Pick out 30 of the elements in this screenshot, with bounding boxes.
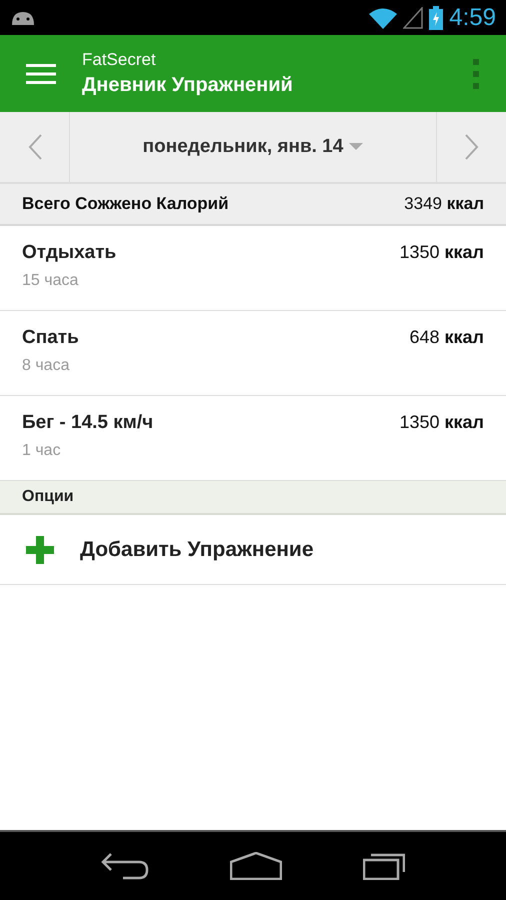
add-exercise-button[interactable]: Добавить Упражнение bbox=[0, 515, 506, 585]
exercise-duration: 1 час bbox=[22, 442, 62, 460]
wifi-icon bbox=[369, 6, 398, 28]
screen-title: Дневник Упражнений bbox=[82, 74, 294, 97]
exercise-calories: 1350 ккал bbox=[399, 242, 484, 264]
clock-time: 4:59 bbox=[449, 4, 496, 32]
plus-icon bbox=[26, 536, 54, 564]
exercise-calories: 648 ккал bbox=[409, 327, 484, 349]
exercise-row[interactable]: Спать 8 часа 648 ккал bbox=[0, 311, 506, 396]
recent-apps-icon[interactable] bbox=[363, 852, 406, 880]
app-name: FatSecret bbox=[82, 50, 157, 70]
back-icon[interactable] bbox=[100, 852, 149, 880]
exercise-row[interactable]: Отдыхать 15 часа 1350 ккал bbox=[0, 226, 506, 311]
exercise-name: Бег - 14.5 км/ч bbox=[22, 412, 154, 434]
dropdown-caret-icon bbox=[349, 143, 364, 151]
home-icon[interactable] bbox=[230, 852, 282, 880]
chevron-left-icon bbox=[28, 134, 42, 160]
exercise-name: Спать bbox=[22, 327, 79, 349]
exercise-calories: 1350 ккал bbox=[399, 412, 484, 434]
more-options-icon[interactable] bbox=[473, 58, 479, 88]
exercise-name: Отдыхать bbox=[22, 242, 116, 264]
section-header: Опции bbox=[0, 481, 506, 515]
total-label: Всего Сожжено Калорий bbox=[22, 194, 229, 214]
battery-icon bbox=[429, 6, 444, 30]
total-calories: 3349 ккал bbox=[404, 194, 484, 214]
chevron-right-icon bbox=[464, 134, 478, 160]
menu-icon[interactable] bbox=[26, 62, 56, 84]
exercise-duration: 15 часа bbox=[22, 272, 80, 290]
exercise-duration: 8 часа bbox=[22, 357, 70, 375]
signal-icon bbox=[403, 6, 424, 28]
